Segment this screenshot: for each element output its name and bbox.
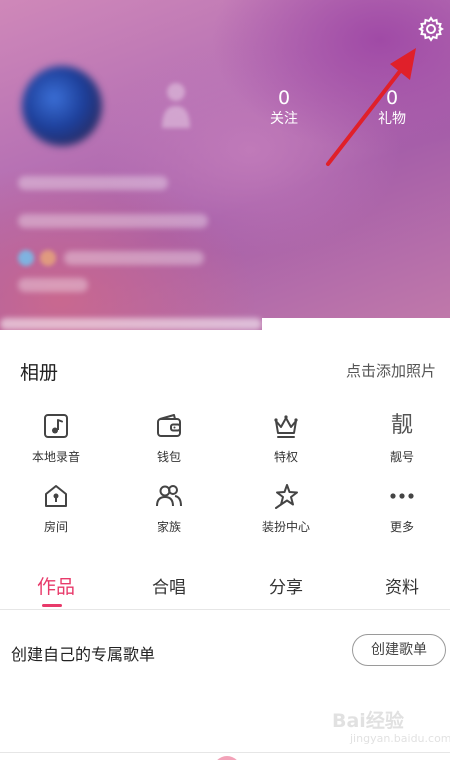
crown-icon	[274, 415, 298, 438]
wallet-icon	[157, 414, 181, 437]
watermark-main: Bai经验	[332, 710, 404, 732]
grid-item-label: 特权	[273, 450, 298, 464]
annotation-arrow	[326, 48, 416, 166]
grid-item-local-recording[interactable]: 本地录音	[0, 412, 112, 472]
profile-header: 0 关注 0 礼物	[0, 0, 450, 330]
playlist-row: 创建自己的专属歌单 创建歌单	[0, 630, 450, 672]
blurred-badge	[40, 250, 56, 266]
stat-follow-count: 0	[277, 87, 291, 109]
blurred-strip	[0, 318, 262, 330]
blurred-info	[18, 278, 88, 292]
grid-item-label: 装扮中心	[261, 520, 310, 534]
blurred-badge-text	[64, 251, 204, 265]
tab-profile[interactable]: 资料	[346, 573, 450, 598]
tab-chorus[interactable]: 合唱	[113, 573, 225, 598]
gear-icon[interactable]	[418, 16, 444, 42]
grid-item-label: 靓号	[389, 450, 414, 464]
grid-item-wallet[interactable]: 钱包	[113, 412, 225, 472]
stat-follow-label: 关注	[270, 111, 298, 127]
stat-follow[interactable]: 0 关注	[254, 88, 314, 128]
tab-works[interactable]: 作品	[0, 572, 112, 599]
add-photo-link[interactable]: 点击添加照片	[346, 360, 436, 381]
grid-item-label: 房间	[43, 520, 68, 534]
bottom-divider	[0, 752, 450, 753]
baidu-jingyan-watermark: Bai经验 jingyan.baidu.com	[332, 706, 450, 752]
liang-hao-glyph-icon: 靓	[390, 413, 413, 438]
music-note-icon	[44, 414, 68, 438]
create-playlist-button[interactable]: 创建歌单	[352, 634, 446, 666]
grid-item-label: 钱包	[156, 450, 181, 464]
grid-item-family[interactable]: 家族	[113, 482, 225, 542]
grid-item-privilege[interactable]: 特权	[230, 412, 342, 472]
house-icon	[45, 485, 67, 507]
grid-item-label: 本地录音	[31, 450, 80, 464]
gender-icon	[162, 83, 190, 128]
grid-item-more[interactable]: 更多	[346, 482, 450, 542]
avatar[interactable]	[22, 66, 102, 146]
active-tab-indicator	[42, 604, 62, 607]
more-dots-icon	[390, 493, 414, 499]
blurred-badge	[18, 250, 34, 266]
record-button[interactable]	[213, 756, 241, 760]
blurred-username	[18, 176, 168, 190]
blurred-signature	[18, 214, 208, 228]
watermark-sub: jingyan.baidu.com	[350, 732, 450, 745]
family-icon	[156, 485, 182, 507]
album-row[interactable]: 相册 点击添加照片	[0, 350, 450, 392]
header-fade	[262, 318, 450, 330]
grid-item-room[interactable]: 房间	[0, 482, 112, 542]
content-tabs: 作品 合唱 分享 资料	[0, 560, 450, 610]
grid-item-dress-up-center[interactable]: 装扮中心	[230, 482, 342, 542]
grid-item-label: 更多	[389, 520, 414, 534]
playlist-prompt: 创建自己的专属歌单	[11, 645, 156, 664]
grid-item-label: 家族	[156, 520, 181, 534]
grid-item-liang-hao[interactable]: 靓 靓号	[346, 412, 450, 472]
album-title: 相册	[20, 362, 59, 384]
star-icon	[275, 484, 298, 509]
tab-share[interactable]: 分享	[230, 573, 342, 598]
